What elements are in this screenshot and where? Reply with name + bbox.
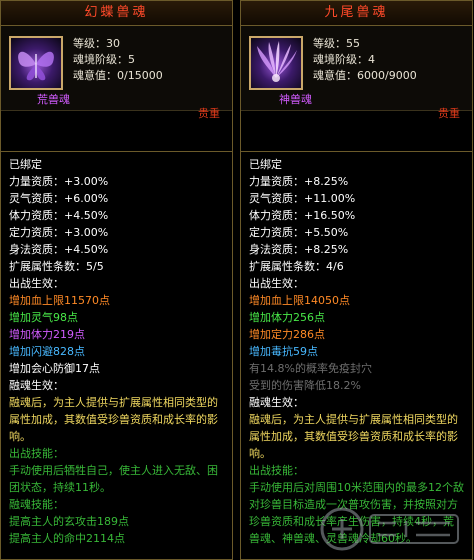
ext-count: 扩展属性条数：4/6 [249,260,344,273]
rarity-badge: 贵重 [198,107,220,120]
soul-will-text: 魂意值：0/15000 [73,69,163,82]
attr-line: 定力资质：+3.00% [9,226,109,239]
ext-attr: 增加血上限14050点 [249,294,350,307]
ext-attr: 增加血上限11570点 [9,294,110,307]
item-details: 已绑定 力量资质：+3.00% 灵气资质：+6.00% 体力资质：+4.50% … [1,151,232,559]
inactive-attr: 受到的伤害降低18.2% [249,379,361,392]
fusion-effect-heading: 融魂生效： [249,396,304,409]
attr-line: 力量资质：+3.00% [9,175,109,188]
ext-attr: 增加闪避828点 [9,345,85,358]
battle-skill-text: 手动使用后牺牲自己，使主人进入无敌、困团状态，持续11秒。 [9,464,218,494]
inactive-attr: 有14.8%的概率免疫封穴 [249,362,372,375]
battle-skill-heading: 出战技能： [249,464,304,477]
soul-kind: 荒兽魂 [37,93,70,106]
attr-line: 灵气资质：+11.00% [249,192,356,205]
soul-kind: 神兽魂 [279,93,312,106]
ext-attr: 增加灵气98点 [9,311,78,324]
left-tooltip-panel: 幻蝶兽魂 等级：30 魂境阶级：5 魂意值：0/15000 荒兽魂 贵重 已绑定… [0,0,233,560]
ext-attr: 增加定力286点 [249,328,325,341]
battle-effect-heading: 出战生效： [9,277,64,290]
item-title: 九尾兽魂 [241,1,472,26]
ext-count: 扩展属性条数：5/5 [9,260,104,273]
battle-skill-heading: 出战技能： [9,447,64,460]
level-text: 等级：30 [73,37,120,50]
fusion-effect-heading: 融魂生效： [9,379,64,392]
ext-attr: 增加体力219点 [9,328,85,341]
item-header: 等级：55 魂境阶级：4 魂意值：6000/9000 [241,26,472,111]
fusion-skill-line: 提高主人的命中2114点 [9,532,125,545]
item-header: 等级：30 魂境阶级：5 魂意值：0/15000 [1,26,232,111]
soul-will-text: 魂意值：6000/9000 [313,69,417,82]
bound-status: 已绑定 [9,158,42,171]
nine-tail-soul-icon [249,36,303,90]
fusion-description: 融魂后，为主人提供与扩展属性相同类型的属性加成，其数值受珍兽资质和成长率的影响。 [249,413,458,460]
fusion-description: 融魂后，为主人提供与扩展属性相同类型的属性加成，其数值受珍兽资质和成长率的影响。 [9,396,218,443]
butterfly-soul-icon [9,36,63,90]
item-details: 已绑定 力量资质：+8.25% 灵气资质：+11.00% 体力资质：+16.50… [241,151,472,559]
attr-line: 体力资质：+16.50% [249,209,356,222]
attr-line: 身法资质：+4.50% [9,243,109,256]
right-tooltip-panel: 九尾兽魂 等级：55 魂境阶级：4 魂意值：6000/9000 神兽魂 贵重 已… [240,0,473,560]
level-text: 等级：55 [313,37,360,50]
item-stats: 等级：30 魂境阶级：5 魂意值：0/15000 [73,36,163,84]
realm-text: 魂境阶级：4 [313,53,375,66]
attr-line: 力量资质：+8.25% [249,175,349,188]
attr-line: 定力资质：+5.50% [249,226,349,239]
fusion-skill-line: 提高主人的玄攻击189点 [9,515,129,528]
bound-status: 已绑定 [249,158,282,171]
ext-attr: 增加体力256点 [249,311,325,324]
fusion-skill-heading: 融魂技能： [9,498,64,511]
item-stats: 等级：55 魂境阶级：4 魂意值：6000/9000 [313,36,417,84]
attr-line: 身法资质：+8.25% [249,243,349,256]
realm-text: 魂境阶级：5 [73,53,135,66]
rarity-badge: 贵重 [438,107,460,120]
ext-attr: 增加毒抗59点 [249,345,318,358]
attr-line: 体力资质：+4.50% [9,209,109,222]
battle-effect-heading: 出战生效： [249,277,304,290]
ext-attr: 增加会心防御17点 [9,362,100,375]
item-title: 幻蝶兽魂 [1,1,232,26]
site-watermark-logo [320,507,459,551]
attr-line: 灵气资质：+6.00% [9,192,109,205]
